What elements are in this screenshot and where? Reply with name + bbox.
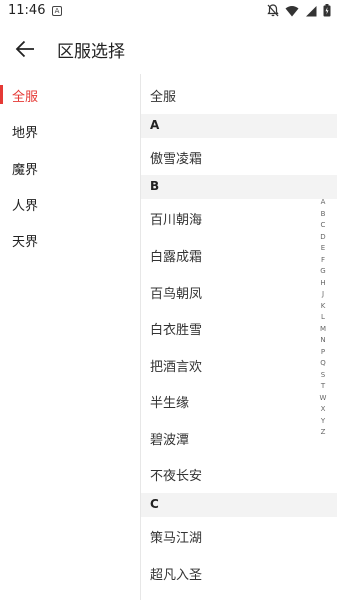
section-header-c: C [141, 493, 337, 517]
index-letter-d[interactable]: D [316, 233, 330, 241]
server-name: 全服 [150, 90, 177, 105]
server-name: 超凡入圣 [150, 568, 203, 583]
server-name: 把酒言欢 [150, 360, 203, 375]
server-item-all[interactable]: 全服 [141, 76, 337, 113]
server-item[interactable]: 白露成霜 [141, 236, 337, 273]
index-letter-g[interactable]: G [316, 267, 330, 275]
index-letter-f[interactable]: F [316, 256, 330, 264]
index-letter-m[interactable]: M [316, 325, 330, 333]
server-name: 百鸟朝凤 [150, 287, 203, 302]
status-time: 11:46 [8, 3, 46, 18]
wifi-icon [285, 5, 299, 16]
index-letter-p[interactable]: P [316, 348, 330, 356]
status-icons [267, 4, 331, 17]
alphabet-index-bar[interactable]: A B C D E F G H J K L M N P Q S T W X Y … [316, 198, 330, 436]
server-name: 策马江湖 [150, 531, 203, 546]
server-name: 百川朝海 [150, 213, 203, 228]
arrow-left-icon [15, 40, 34, 58]
section-header-a: A [141, 114, 337, 138]
server-item[interactable]: 不夜长安 [141, 455, 337, 492]
server-name: 白露成霜 [150, 250, 203, 265]
index-letter-s[interactable]: S [316, 371, 330, 379]
section-letter: C [150, 497, 159, 511]
index-letter-j[interactable]: J [316, 290, 330, 298]
battery-charging-icon [323, 4, 331, 17]
server-name: 碧波潭 [150, 433, 190, 448]
index-letter-a[interactable]: A [316, 198, 330, 206]
index-letter-t[interactable]: T [316, 382, 330, 390]
index-letter-c[interactable]: C [316, 221, 330, 229]
server-item[interactable]: 策马江湖 [141, 517, 337, 554]
server-item[interactable]: 百鸟朝凤 [141, 273, 337, 310]
server-name: 不夜长安 [150, 469, 203, 484]
sidebar-item-human-realm[interactable]: 人界 [0, 185, 140, 222]
section-header-b: B [141, 175, 337, 199]
sidebar-item-all[interactable]: 全服 [0, 76, 140, 113]
sidebar-item-label: 天界 [12, 235, 39, 250]
page-title: 区服选择 [57, 42, 125, 62]
index-letter-k[interactable]: K [316, 302, 330, 310]
index-letter-h[interactable]: H [316, 279, 330, 287]
sidebar-item-label: 魔界 [12, 163, 39, 178]
index-letter-l[interactable]: L [316, 313, 330, 321]
section-letter: A [150, 118, 160, 132]
sidebar-item-label: 地界 [12, 126, 39, 141]
index-letter-n[interactable]: N [316, 336, 330, 344]
index-letter-z[interactable]: Z [316, 428, 330, 436]
sidebar-item-label: 人界 [12, 199, 39, 214]
server-item[interactable]: 把酒言欢 [141, 346, 337, 383]
server-item[interactable]: 白衣胜雪 [141, 309, 337, 346]
signal-icon [306, 5, 317, 16]
index-letter-x[interactable]: X [316, 405, 330, 413]
index-letter-b[interactable]: B [316, 210, 330, 218]
sidebar-item-earth-realm[interactable]: 地界 [0, 112, 140, 149]
back-button[interactable] [12, 36, 38, 62]
index-letter-e[interactable]: E [316, 244, 330, 252]
section-letter: B [150, 179, 160, 193]
notification-a-icon: A [52, 6, 62, 16]
server-item[interactable]: 傲雪凌霜 [141, 138, 337, 175]
server-name: 白衣胜雪 [150, 323, 203, 338]
server-item[interactable]: 半生缘 [141, 382, 337, 419]
server-list[interactable]: 全服 A 傲雪凌霜 B 百川朝海 白露成霜 百鸟朝凤 白衣胜雪 把酒言欢 半生缘… [141, 74, 337, 600]
server-item[interactable]: 碧波潭 [141, 419, 337, 456]
sidebar-item-demon-realm[interactable]: 魔界 [0, 149, 140, 186]
active-indicator [0, 85, 3, 104]
app-bar: 区服选择 [0, 24, 337, 74]
mute-bell-icon [267, 4, 279, 17]
server-item[interactable]: 超凡入圣 [141, 554, 337, 591]
index-letter-q[interactable]: Q [316, 359, 330, 367]
sidebar-item-heaven-realm[interactable]: 天界 [0, 221, 140, 258]
index-letter-y[interactable]: Y [316, 417, 330, 425]
region-sidebar: 全服 地界 魔界 人界 天界 [0, 74, 140, 600]
server-name: 半生缘 [150, 396, 190, 411]
index-letter-w[interactable]: W [316, 394, 330, 402]
sidebar-item-label: 全服 [12, 90, 39, 105]
server-name: 傲雪凌霜 [150, 152, 203, 167]
server-item[interactable]: 百川朝海 [141, 199, 337, 236]
status-bar: 11:46 A [0, 0, 337, 24]
